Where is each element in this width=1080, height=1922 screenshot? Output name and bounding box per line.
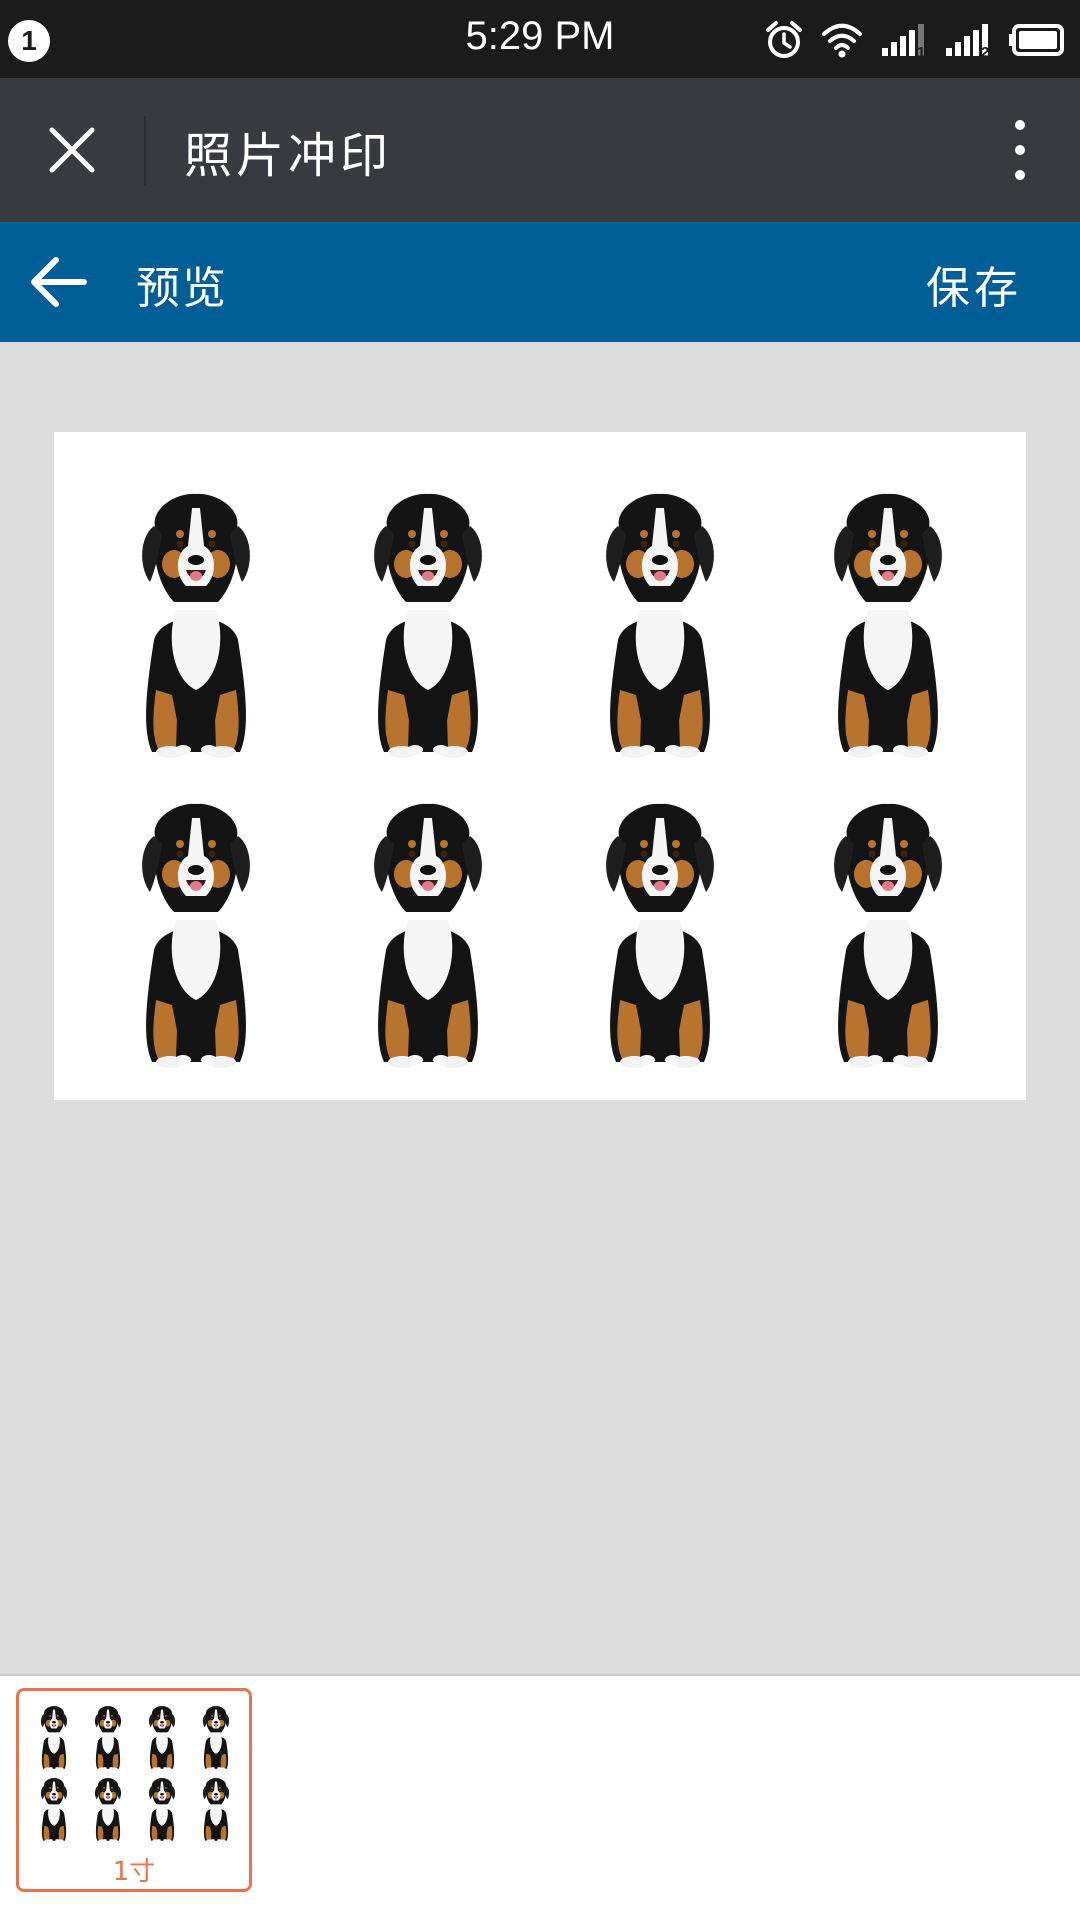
dog-thumbnail	[199, 1777, 233, 1843]
dog-photo	[126, 490, 266, 760]
signal-sim2-icon: 2	[946, 24, 989, 60]
status-bar: 1 5:29 PM 1 2	[0, 0, 1080, 78]
save-button[interactable]: 保存	[926, 252, 1022, 316]
more-vertical-icon	[1015, 120, 1025, 130]
dog-photo	[818, 800, 958, 1070]
template-selector: 1寸	[0, 1674, 1080, 1922]
battery-icon	[1009, 24, 1064, 56]
more-options-button[interactable]	[1000, 114, 1040, 186]
alarm-icon	[766, 21, 802, 58]
title-bar: 照片冲印	[0, 78, 1080, 222]
dog-photo	[358, 490, 498, 760]
arrow-left-icon	[31, 257, 87, 307]
dog-photo	[358, 800, 498, 1070]
back-button[interactable]	[26, 250, 96, 314]
wifi-icon	[822, 23, 862, 58]
print-preview-sheet	[54, 432, 1026, 1100]
close-icon	[49, 127, 95, 173]
template-item-1-inch[interactable]: 1寸	[16, 1688, 252, 1892]
dog-thumbnail	[145, 1705, 179, 1771]
dog-photo	[818, 490, 958, 760]
title-divider	[144, 116, 146, 186]
app-title: 照片冲印	[184, 128, 393, 184]
dog-thumbnail	[37, 1777, 71, 1843]
dog-thumbnail	[91, 1777, 125, 1843]
template-label: 1寸	[112, 1857, 156, 1887]
dog-thumbnail	[37, 1705, 71, 1771]
svg-text:2: 2	[981, 44, 989, 60]
dog-thumbnail	[91, 1705, 125, 1771]
dog-thumbnail	[199, 1705, 233, 1771]
close-button[interactable]	[32, 114, 112, 186]
dog-photo	[126, 800, 266, 1070]
dog-photo	[590, 800, 730, 1070]
template-thumbnail	[33, 1705, 239, 1851]
dog-photo	[590, 490, 730, 760]
page-title: 预览	[136, 263, 228, 314]
svg-text:1: 1	[917, 44, 925, 60]
dog-thumbnail	[145, 1777, 179, 1843]
preview-header: 预览 保存	[0, 222, 1080, 342]
signal-sim1-icon: 1	[882, 24, 925, 60]
status-icons: 1 2	[764, 18, 1066, 62]
